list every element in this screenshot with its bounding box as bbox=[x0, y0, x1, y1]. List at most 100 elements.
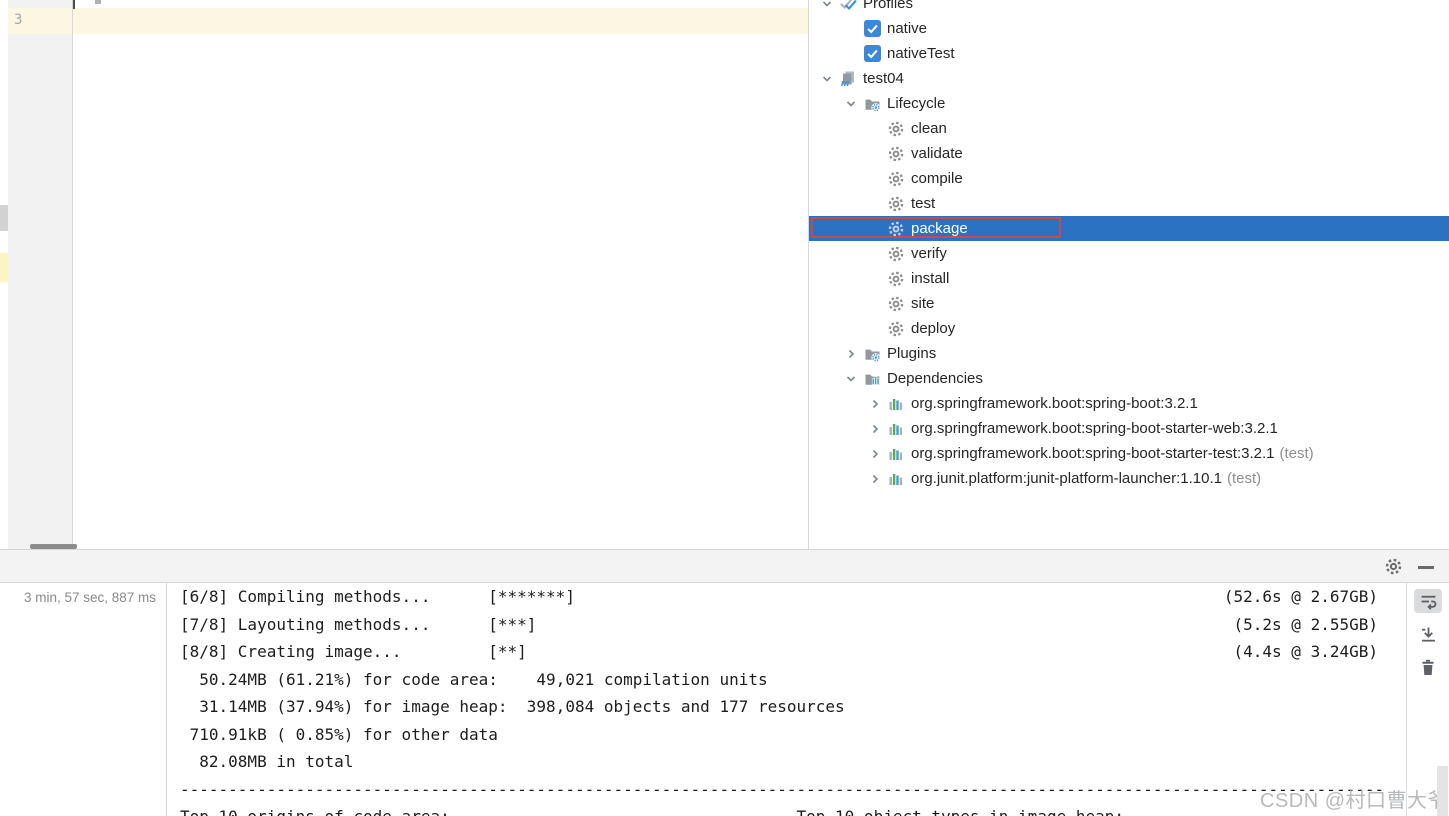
tree-item-deploy[interactable]: deploy bbox=[809, 316, 1449, 341]
tree-item-native[interactable]: native bbox=[809, 16, 1449, 41]
chevron-right-icon[interactable] bbox=[863, 416, 887, 441]
console-line: [7/8] Layouting methods... [***] (5.2s @ … bbox=[180, 611, 1378, 639]
chevron-placeholder bbox=[863, 116, 887, 141]
checkbox-checked[interactable] bbox=[864, 20, 881, 37]
tree-item-site[interactable]: site bbox=[809, 291, 1449, 316]
console-line-text: [7/8] Layouting methods... [***] bbox=[180, 611, 536, 639]
console-line-text: ----------------------------------------… bbox=[180, 776, 1384, 804]
tree-item-label: verify bbox=[911, 245, 947, 262]
chevron-down-icon[interactable] bbox=[839, 91, 863, 116]
chevron-right-icon[interactable] bbox=[863, 441, 887, 466]
checkbox[interactable] bbox=[863, 20, 881, 38]
settings-gear-icon[interactable] bbox=[1385, 558, 1403, 576]
chevron-placeholder bbox=[863, 166, 887, 191]
tree-item-label: deploy bbox=[911, 320, 955, 337]
chevron-placeholder bbox=[863, 316, 887, 341]
editor-gutter bbox=[8, 0, 72, 549]
goal-gear-icon bbox=[887, 195, 905, 213]
chevron-down-icon[interactable] bbox=[815, 0, 839, 16]
tree-item-scope-suffix: (test) bbox=[1280, 445, 1314, 462]
minimize-icon[interactable] bbox=[1418, 566, 1434, 569]
console-line-text: 82.08MB in total bbox=[180, 748, 353, 776]
console-line-timing: (5.2s @ 2.55GB) bbox=[1234, 611, 1379, 639]
folder-deps-icon bbox=[863, 370, 881, 388]
checkbox-checked[interactable] bbox=[864, 45, 881, 62]
tree-item-dep-spring-boot[interactable]: org.springframework.boot:spring-boot:3.2… bbox=[809, 391, 1449, 416]
tree-item-label: org.springframework.boot:spring-boot-sta… bbox=[911, 445, 1275, 462]
run-info-column: 3 min, 57 sec, 887 ms bbox=[0, 583, 167, 816]
tree-item-label: org.junit.platform:junit-platform-launch… bbox=[911, 470, 1222, 487]
tree-item-label: Plugins bbox=[887, 345, 936, 362]
console-line-text: [6/8] Compiling methods... [*******] bbox=[180, 583, 575, 611]
chevron-placeholder bbox=[863, 241, 887, 266]
tool-window-header-strip bbox=[0, 549, 1449, 583]
chevron-right-icon[interactable] bbox=[839, 341, 863, 366]
library-icon bbox=[887, 395, 905, 413]
tree-item-test04[interactable]: mtest04 bbox=[809, 66, 1449, 91]
console-line-text: 710.91kB ( 0.85%) for other data bbox=[180, 721, 498, 749]
tree-item-compile[interactable]: compile bbox=[809, 166, 1449, 191]
goal-gear-icon bbox=[887, 270, 905, 288]
tree-item-label: validate bbox=[911, 145, 963, 162]
clear-console-trash-icon[interactable] bbox=[1414, 655, 1442, 679]
console-output[interactable]: [6/8] Compiling methods... [*******](52.… bbox=[168, 583, 1406, 816]
chevron-placeholder bbox=[839, 16, 863, 41]
chevron-down-icon[interactable] bbox=[815, 66, 839, 91]
chevron-placeholder bbox=[863, 266, 887, 291]
tree-item-label: clean bbox=[911, 120, 947, 137]
tree-item-validate[interactable]: validate bbox=[809, 141, 1449, 166]
editor-caret bbox=[73, 0, 75, 9]
tree-item-label: org.springframework.boot:spring-boot:3.2… bbox=[911, 395, 1198, 412]
tree-item-plugins[interactable]: Plugins bbox=[809, 341, 1449, 366]
chevron-placeholder bbox=[863, 291, 887, 316]
profiles-icon bbox=[839, 0, 857, 13]
console-line: 50.24MB (61.21%) for code area: 49,021 c… bbox=[180, 666, 1378, 694]
tree-item-verify[interactable]: verify bbox=[809, 241, 1449, 266]
scroll-to-end-icon[interactable] bbox=[1414, 622, 1442, 646]
tree-item-label: nativeTest bbox=[887, 45, 955, 62]
run-console-panel: 3 min, 57 sec, 887 ms [6/8] Compiling me… bbox=[0, 583, 1449, 816]
chevron-placeholder bbox=[863, 141, 887, 166]
tree-item-package[interactable]: package bbox=[809, 216, 1449, 241]
svg-text:m: m bbox=[841, 78, 849, 87]
checkbox[interactable] bbox=[863, 45, 881, 63]
tree-item-test[interactable]: test bbox=[809, 191, 1449, 216]
maven-module-icon: m bbox=[839, 70, 857, 88]
tree-item-nativeTest[interactable]: nativeTest bbox=[809, 41, 1449, 66]
chevron-down-icon[interactable] bbox=[839, 366, 863, 391]
window-scrollbar-thumb[interactable] bbox=[1437, 766, 1448, 816]
tree-item-label: native bbox=[887, 20, 927, 37]
tree-item-lifecycle[interactable]: Lifecycle bbox=[809, 91, 1449, 116]
chevron-right-icon[interactable] bbox=[863, 466, 887, 491]
elapsed-time: 3 min, 57 sec, 887 ms bbox=[24, 590, 156, 605]
library-icon bbox=[887, 445, 905, 463]
chevron-right-icon[interactable] bbox=[863, 391, 887, 416]
tree-item-label: org.springframework.boot:spring-boot-sta… bbox=[911, 420, 1278, 437]
tree-item-install[interactable]: install bbox=[809, 266, 1449, 291]
tree-item-dep-starter-test[interactable]: org.springframework.boot:spring-boot-sta… bbox=[809, 441, 1449, 466]
line-number-3: 3 bbox=[14, 12, 22, 28]
goal-gear-icon bbox=[887, 220, 905, 238]
editor-pane[interactable]: 2 3 bbox=[0, 0, 808, 549]
console-line: [6/8] Compiling methods... [*******](52.… bbox=[180, 583, 1378, 611]
console-line-text: 31.14MB (37.94%) for image heap: 398,084… bbox=[180, 693, 845, 721]
maven-tool-window: Profiles native nativeTest mtest04 Lifecyc… bbox=[808, 0, 1449, 549]
soft-wrap-icon[interactable] bbox=[1414, 589, 1442, 613]
tree-item-label: install bbox=[911, 270, 949, 287]
chevron-placeholder bbox=[839, 41, 863, 66]
goal-gear-icon bbox=[887, 145, 905, 163]
goal-gear-icon bbox=[887, 295, 905, 313]
console-line-timing: (4.4s @ 3.24GB) bbox=[1234, 638, 1379, 666]
console-line-text: Top 10 origins of code area: Top 10 obje… bbox=[180, 803, 1124, 816]
tree-item-dep-junit-launcher[interactable]: org.junit.platform:junit-platform-launch… bbox=[809, 466, 1449, 491]
tree-item-dependencies[interactable]: Dependencies bbox=[809, 366, 1449, 391]
tree-item-label: Profiles bbox=[863, 0, 913, 12]
tree-item-clean[interactable]: clean bbox=[809, 116, 1449, 141]
tree-item-dep-starter-web[interactable]: org.springframework.boot:spring-boot-sta… bbox=[809, 416, 1449, 441]
watermark: CSDN @村口曹大爷 bbox=[1260, 784, 1448, 813]
clipped-text-fragment bbox=[95, 0, 101, 4]
library-icon bbox=[887, 470, 905, 488]
line-number-2: 2 bbox=[14, 0, 22, 4]
tree-item-profiles[interactable]: Profiles bbox=[809, 0, 1449, 16]
tree-item-scope-suffix: (test) bbox=[1227, 470, 1261, 487]
